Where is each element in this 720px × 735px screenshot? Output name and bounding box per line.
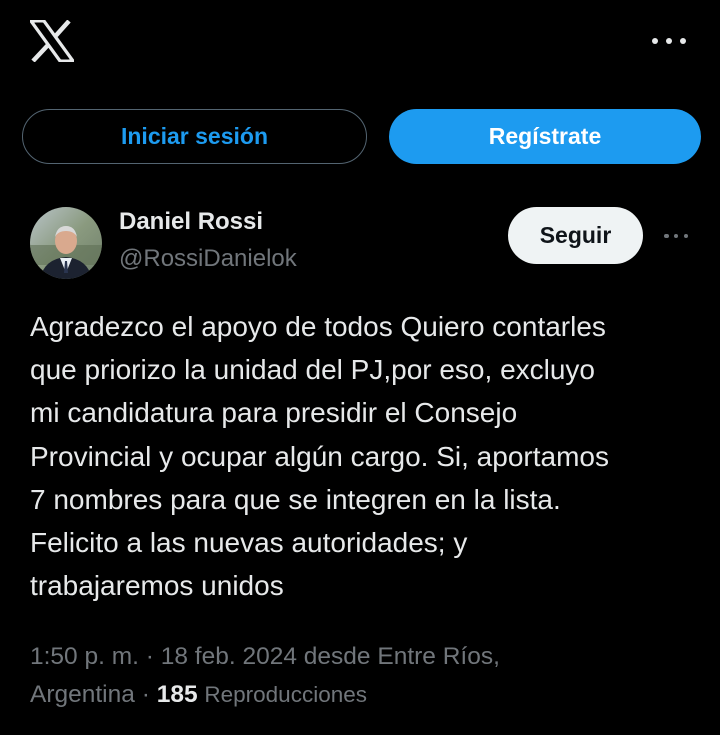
tweet-text-line: trabajaremos unidos — [30, 570, 284, 602]
x-logo-icon[interactable] — [27, 19, 77, 63]
tweet-text: Agradezco el apoyo de todos Quiero conta… — [30, 305, 702, 607]
more-horizontal-icon[interactable] — [664, 231, 688, 241]
tweet-text-line: 7 nombres para que se integren en la lis… — [30, 483, 561, 515]
dot — [664, 233, 669, 239]
tweet-meta: 1:50 p. m. · 18 feb. 2024 desde Entre Rí… — [30, 638, 702, 714]
tweet-text-line: mi candidatura para presidir el Consejo — [30, 397, 518, 429]
tweet-text-line: Felicito a las nuevas autoridades; y — [30, 527, 468, 559]
meta-line-2: Argentina · 185 Reproducciones — [30, 676, 702, 714]
tweet-location: desde Entre Ríos, — [303, 643, 500, 670]
top-bar — [0, 0, 720, 84]
meta-line-1: 1:50 p. m. · 18 feb. 2024 desde Entre Rí… — [30, 638, 702, 676]
dot — [680, 38, 686, 44]
views-label: Reproducciones — [204, 682, 367, 707]
more-horizontal-icon[interactable] — [652, 34, 686, 48]
tweet-text-line: Provincial y ocupar algún cargo. Si, apo… — [30, 440, 609, 472]
tweet-date[interactable]: 18 feb. 2024 — [161, 643, 297, 670]
login-button[interactable]: Iniciar sesión — [22, 109, 367, 164]
meta-separator: · — [145, 643, 154, 670]
tweet-text-line: Agradezco el apoyo de todos Quiero conta… — [30, 311, 606, 342]
dot — [652, 38, 658, 44]
tweet-text-line: que priorizo la unidad del PJ,por eso, e… — [30, 354, 596, 386]
follow-button[interactable]: Seguir — [508, 207, 643, 264]
dot — [666, 38, 672, 44]
avatar[interactable] — [30, 207, 102, 279]
signup-button[interactable]: Regístrate — [389, 109, 701, 164]
views-count: 185 — [156, 681, 198, 708]
meta-separator: · — [141, 681, 150, 708]
tweet-location-country: Argentina — [30, 681, 135, 708]
dot — [683, 233, 688, 239]
author-handle[interactable]: @RossiDanielok — [119, 245, 297, 273]
dot — [673, 233, 679, 239]
tweet-time[interactable]: 1:50 p. m. — [30, 643, 139, 670]
author-display-name[interactable]: Daniel Rossi — [119, 208, 263, 236]
